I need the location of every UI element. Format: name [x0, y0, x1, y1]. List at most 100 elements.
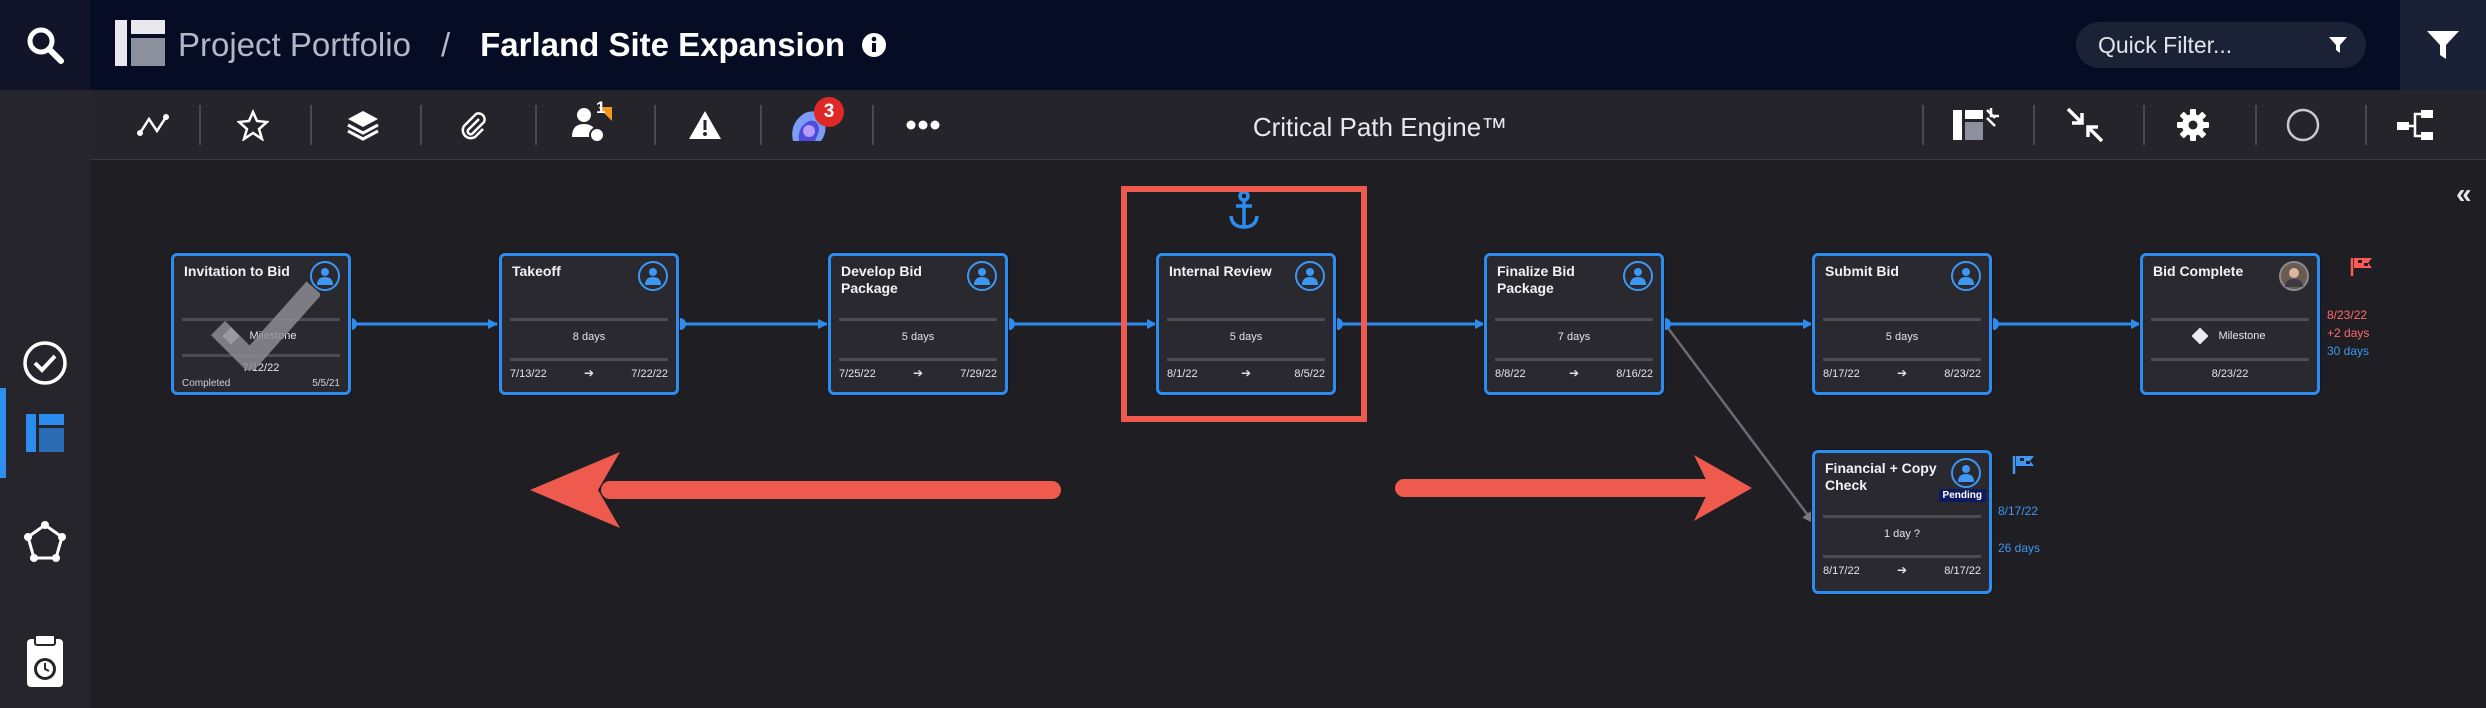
task-card-invitation-to-bid[interactable]: Invitation to Bid Milestone 7/12/22 Comp…: [171, 253, 351, 395]
end-date: 8/16/22: [1616, 368, 1653, 380]
task-card-bid-complete[interactable]: Bid Complete Milestone 8/23/22: [2140, 253, 2320, 395]
network-layout-button[interactable]: [2390, 102, 2440, 148]
assignee-avatar[interactable]: [638, 261, 668, 291]
divider: [1167, 318, 1325, 321]
breadcrumb-root[interactable]: Project Portfolio: [178, 26, 411, 64]
layers-button[interactable]: [338, 102, 388, 148]
divider: [510, 318, 668, 321]
assignee-avatar[interactable]: [1623, 261, 1653, 291]
assignee-avatar[interactable]: [1951, 458, 1981, 488]
assignee-avatar[interactable]: [2279, 261, 2309, 291]
sidebar-item-timesheet[interactable]: [0, 618, 90, 708]
task-card-finalize-bid-package[interactable]: Finalize Bid Package 7 days 8/8/22 ➔ 8/1…: [1484, 253, 1664, 395]
divider: [1167, 358, 1325, 361]
info-icon[interactable]: [861, 32, 887, 58]
bid-complete-date-note: 8/23/22: [2327, 308, 2368, 322]
timesheet-icon: [27, 635, 63, 687]
resources-icon: [572, 107, 612, 143]
divider: [1495, 318, 1653, 321]
assignee-avatar[interactable]: [967, 261, 997, 291]
collapse-panel-icon: [1953, 108, 1999, 140]
compress-icon: [2066, 107, 2104, 143]
task-duration: 5 days: [901, 331, 935, 343]
path-button[interactable]: [128, 102, 178, 148]
toolbar-divider: [535, 105, 537, 145]
warning-icon: [689, 111, 721, 139]
breadcrumb-separator: /: [440, 26, 451, 63]
resources-button[interactable]: 1: [566, 98, 616, 148]
circle-button[interactable]: [2278, 102, 2328, 148]
user-icon: [1958, 268, 1974, 285]
task-duration: 1 day ?: [1883, 528, 1921, 540]
milestone-diamond-icon: [2191, 327, 2209, 345]
user-icon: [974, 268, 990, 285]
toolbar-divider: [310, 105, 312, 145]
milestone-date: 8/23/22: [2211, 368, 2249, 380]
task-title: Develop Bid Package: [841, 263, 922, 296]
left-sidebar: [0, 90, 90, 708]
collapse-panel-button[interactable]: [1950, 102, 2000, 148]
user-icon: [1958, 465, 1974, 482]
task-title: Submit Bid: [1825, 263, 1899, 279]
network-layout-icon: [2397, 110, 2433, 140]
attachments-button[interactable]: [448, 102, 498, 148]
task-card-financial-copy-check[interactable]: Financial + Copy Check Pending 1 day ? 8…: [1812, 450, 1992, 594]
status-text: Completed: [182, 378, 231, 389]
assignee-avatar[interactable]: [1295, 261, 1325, 291]
breadcrumb: Project Portfolio / Farland Site Expansi…: [178, 22, 887, 68]
completed-date: 5/5/21: [312, 378, 340, 389]
task-duration: 5 days: [1885, 331, 1919, 343]
paperclip-icon: [461, 112, 486, 140]
divider: [510, 358, 668, 361]
filter-icon: [2427, 31, 2459, 59]
task-card-submit-bid[interactable]: Submit Bid 5 days 8/17/22 ➔ 8/23/22: [1812, 253, 1992, 395]
compress-button[interactable]: [2060, 102, 2110, 148]
toolbar-divider: [2033, 105, 2035, 145]
milestone-row: Milestone: [2143, 327, 2317, 345]
assignee-avatar[interactable]: [1951, 261, 1981, 291]
toolbar: 1 3 Critical Path Engine™: [90, 90, 2486, 160]
toolbar-title: Critical Path Engine™: [1252, 112, 1508, 142]
user-icon: [1630, 268, 1646, 285]
collapse-canvas-icon[interactable]: «: [2456, 178, 2472, 210]
collaborators-button[interactable]: 3: [784, 97, 844, 148]
toolbar-divider: [420, 105, 422, 145]
task-card-takeoff[interactable]: Takeoff 8 days 7/13/22 ➔ 7/22/22: [499, 253, 679, 395]
divider: [839, 318, 997, 321]
network-canvas[interactable]: « Invitation to Bid Milestone 7/12/22 Co…: [90, 160, 2486, 708]
end-date: 8/5/22: [1294, 368, 1325, 380]
toolbar-divider: [654, 105, 656, 145]
task-card-develop-bid-package[interactable]: Develop Bid Package 5 days 7/25/22 ➔ 7/2…: [828, 253, 1008, 395]
more-button[interactable]: [898, 102, 948, 148]
star-icon: [237, 109, 269, 141]
financial-date-note: 8/17/22: [1998, 504, 2039, 518]
milestone-label: Milestone: [2218, 330, 2266, 342]
favorite-button[interactable]: [228, 102, 278, 148]
filter-button[interactable]: [2400, 0, 2486, 90]
status-badge: Pending: [1938, 489, 1986, 502]
warnings-button[interactable]: [680, 102, 730, 148]
user-icon: [645, 268, 661, 285]
completed-check-icon: [210, 281, 320, 370]
collaborators-badge: 3: [814, 97, 844, 127]
task-title: Invitation to Bid: [184, 263, 290, 279]
bid-complete-float-note: 30 days: [2327, 344, 2370, 358]
annotation-arrows: [530, 452, 1752, 528]
task-title: Takeoff: [512, 263, 561, 279]
end-date: 7/22/22: [631, 368, 668, 380]
sidebar-item-network[interactable]: [0, 498, 90, 588]
toolbar-divider: [872, 105, 874, 145]
sidebar-item-portfolio[interactable]: [0, 388, 90, 478]
user-photo-icon: [2285, 268, 2303, 287]
layers-icon: [347, 111, 379, 141]
search-button[interactable]: [0, 0, 90, 90]
task-card-internal-review[interactable]: Internal Review 5 days 8/1/22 ➔ 8/5/22: [1156, 253, 1336, 395]
toolbar-divider: [199, 105, 201, 145]
toolbar-divider: [2255, 105, 2257, 145]
quick-filter-input[interactable]: Quick Filter...: [2076, 22, 2366, 68]
check-circle-icon: [23, 341, 67, 385]
project-portfolio-icon: [115, 20, 165, 66]
divider: [1823, 358, 1981, 361]
settings-button[interactable]: [2168, 102, 2218, 148]
gear-icon: [2177, 109, 2209, 141]
